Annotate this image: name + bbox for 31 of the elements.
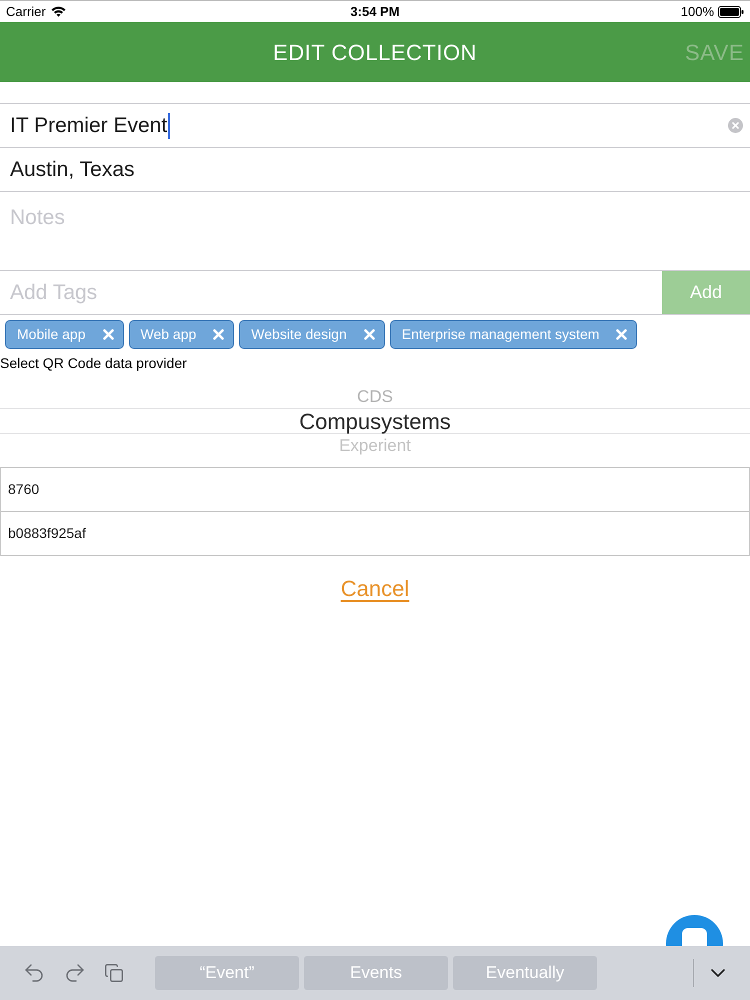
header-title: EDIT COLLECTION (273, 38, 477, 66)
text-field[interactable]: IT Premier Event (0, 104, 750, 148)
copy-icon[interactable] (104, 963, 124, 983)
text-field[interactable]: b0883f925af (0, 512, 750, 556)
battery-percentage: 100% (680, 2, 714, 21)
clear-icon[interactable] (728, 118, 743, 133)
field-value: Austin, Texas (10, 156, 135, 183)
suggestion-button[interactable]: Eventually (453, 956, 597, 990)
close-icon[interactable] (102, 329, 114, 340)
tag-label: Enterprise management system (402, 325, 600, 344)
wifi-icon (50, 6, 66, 17)
suggestion-button[interactable]: “Event” (155, 956, 299, 990)
tag-label: Web app (140, 325, 196, 344)
tag-label: Website design (251, 325, 347, 344)
cancel-link[interactable]: Cancel (340, 572, 410, 605)
picker-option[interactable]: Compusystems (0, 408, 750, 434)
text-field[interactable]: 8760 (0, 468, 750, 512)
close-icon[interactable] (213, 329, 224, 340)
close-icon[interactable] (616, 329, 628, 340)
picker-option[interactable]: Experient (0, 434, 750, 458)
picker-option[interactable]: CDS (0, 384, 750, 408)
carrier-name: Carrier (6, 2, 46, 21)
battery-icon (718, 6, 744, 18)
field-value: IT Premier Event (10, 112, 168, 139)
tag-input-field[interactable]: Add Tags (0, 271, 662, 314)
suggestion-button[interactable]: Events (304, 956, 448, 990)
tag-label: Mobile app (17, 325, 86, 344)
status-time: 3:54 PM (350, 2, 400, 21)
picker-label: Select QR Code data provider (0, 354, 187, 373)
text-field[interactable]: Austin, Texas (0, 148, 750, 192)
close-icon[interactable] (364, 329, 375, 340)
